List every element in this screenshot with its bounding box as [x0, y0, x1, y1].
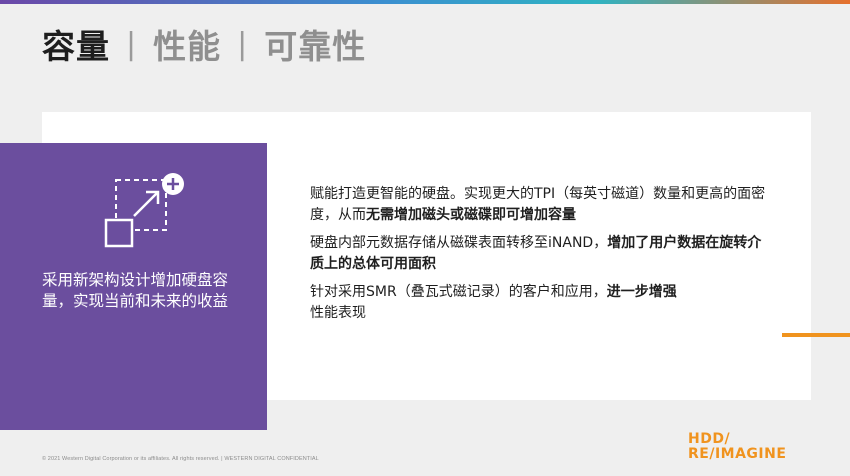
title-separator: |: [126, 26, 138, 62]
expand-plus-icon: [104, 173, 184, 248]
accent-rule: [782, 333, 850, 337]
top-gradient-bar: [0, 0, 850, 4]
benefit-list: 赋能打造更智能的硬盘。实现更大的TPI（每英寸磁道）数量和更高的面密度，从而无需…: [310, 184, 770, 331]
title-active: 容量: [42, 27, 110, 66]
logo-line-1: HDD/: [688, 431, 731, 447]
hdd-reimagine-logo: HDD/ RE/IMAGINE: [688, 432, 818, 462]
title-inactive-2: 可靠性: [264, 27, 367, 66]
page-title: 容量 | 性能 | 可靠性: [42, 22, 367, 67]
benefit-item-1: 赋能打造更智能的硬盘。实现更大的TPI（每英寸磁道）数量和更高的面密度，从而无需…: [310, 186, 766, 223]
footer-copyright: © 2021 Western Digital Corporation or it…: [42, 456, 319, 462]
benefit-item-2: 硬盘内部元数据存储从磁碟表面转移至iNAND，增加了用户数据在旋转介质上的总体可…: [310, 235, 762, 272]
logo-line-2: RE/IMAGINE: [688, 446, 787, 462]
panel-description: 采用新架构设计增加硬盘容量，实现当前和未来的收益: [42, 271, 229, 310]
title-inactive-1: 性能: [153, 27, 222, 66]
benefit-item-3: 针对采用SMR（叠瓦式磁记录）的客户和应用，进一步增强 性能表现: [310, 284, 677, 321]
title-separator: |: [237, 26, 249, 62]
